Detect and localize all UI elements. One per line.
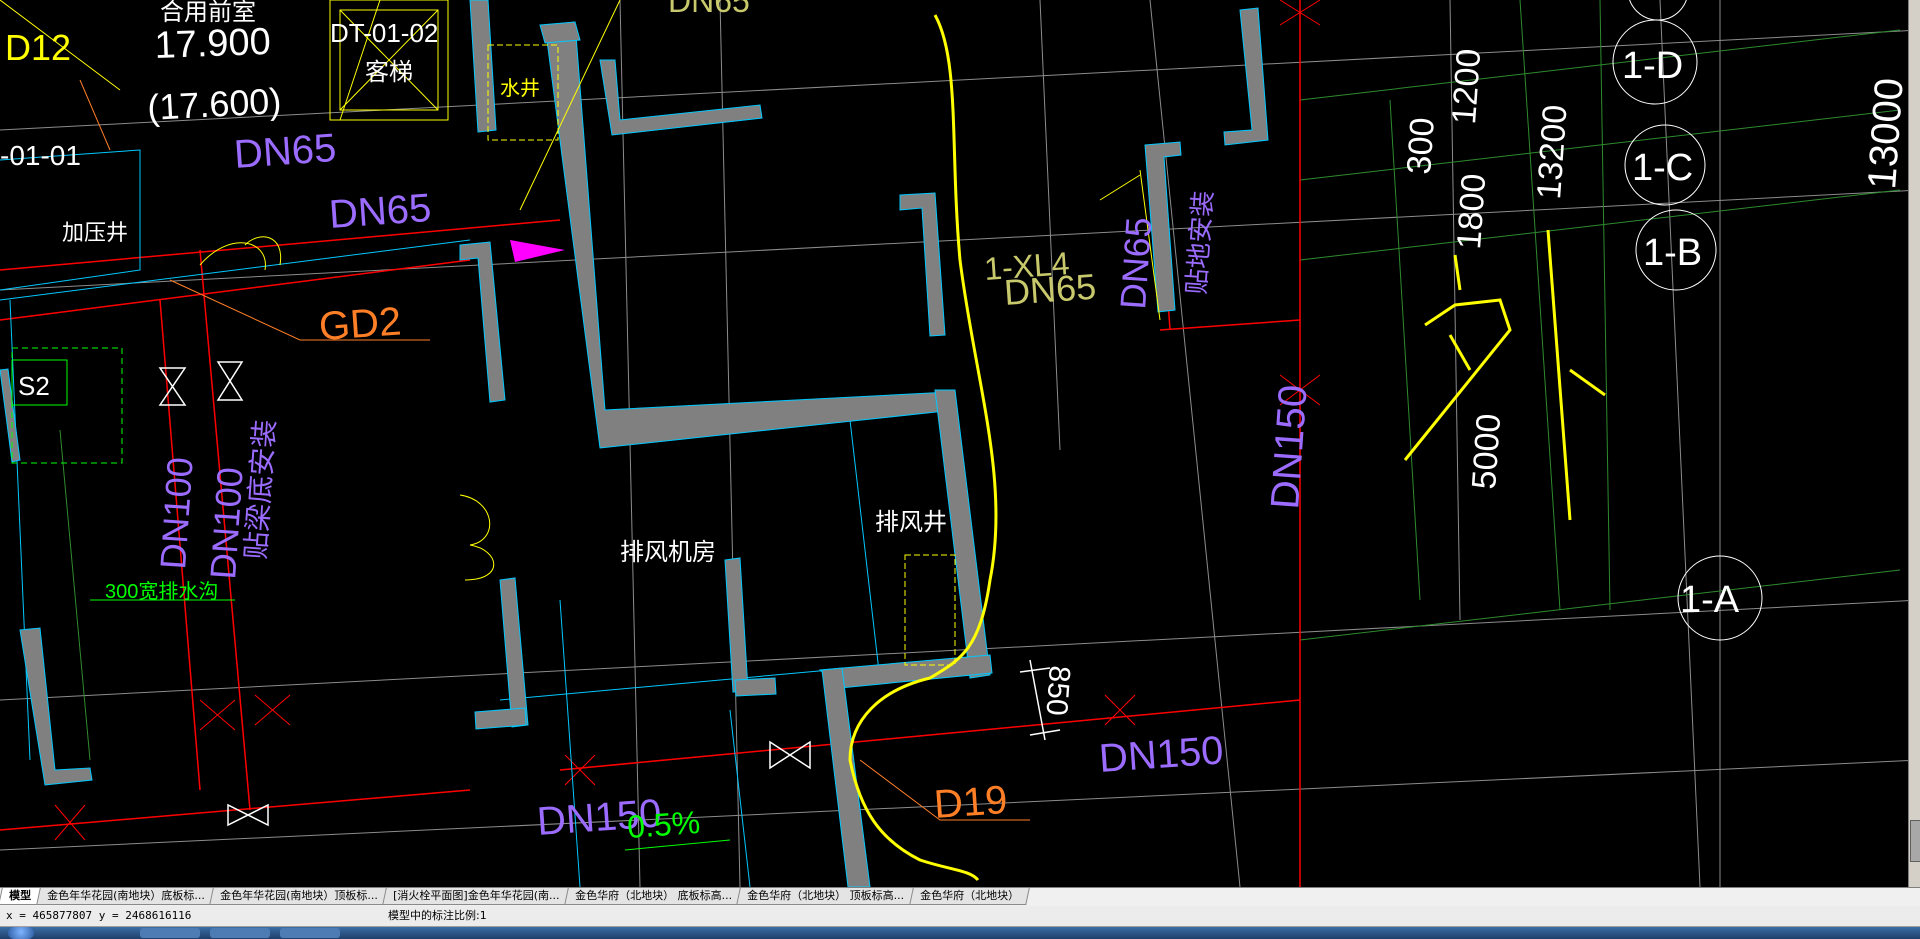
dim-850: 850 (1040, 665, 1076, 717)
tab-label: 金色华府（北地块） 底板标高... (575, 889, 733, 902)
green-labels: 0.5% (626, 804, 701, 845)
label-dn150-b: DN150 (1098, 728, 1225, 781)
label-dn65-a: DN65 (233, 126, 338, 177)
label-elevator: 客梯 (365, 59, 413, 86)
tab-label: [消火栓平面图]金色年华花园(南... (393, 889, 560, 902)
taskbar-app-icon[interactable] (210, 928, 270, 938)
tab-layout-5[interactable]: 金色华府（北地块） 顶板标高... (736, 888, 916, 905)
dim-5000: 5000 (1465, 412, 1508, 490)
orange-labels: GD2 D19 D12 (5, 27, 1009, 827)
label-dn100-a: DN100 (152, 456, 201, 571)
tab-label: 金色华府（北地块） 顶板标高... (747, 889, 905, 902)
windows-taskbar (0, 927, 1920, 939)
tab-label: 金色华府（北地块） (920, 889, 1020, 902)
label-elev1: 17.900 (154, 21, 272, 67)
white-labels: 合用前室 17.900 (17.600) 加压井 排风机房 排风井 S2 -01… (0, 0, 1912, 717)
magenta-marker (510, 240, 565, 262)
walls (0, 0, 1269, 887)
tab-layout-1[interactable]: 金色年华花园(南地块）底板标... (35, 888, 216, 905)
label-exhaust-well: 排风井 (875, 509, 947, 536)
label-dn65-e: DN65 (668, 0, 750, 19)
cyan-outlines (0, 149, 881, 887)
orange-leaders (79, 79, 1030, 821)
label-s2: S2 (18, 371, 50, 401)
label-slope: 0.5% (626, 804, 701, 845)
taskbar-app-icon[interactable] (140, 928, 200, 938)
dim-300: 300 (1400, 116, 1442, 175)
label-dn65-d: DN65 (1112, 216, 1159, 311)
label-water-well: 水井 (500, 77, 540, 100)
label-d19: D19 (933, 778, 1009, 827)
label-install-a: 贴梁底安装 (240, 419, 281, 561)
tab-label: 金色年华花园(南地块）底板标... (46, 889, 205, 902)
tab-layout-6[interactable]: 金色华府（北地块） (909, 888, 1030, 905)
cursor-coordinates: x = 465877807 y = 2468616116 (6, 909, 192, 922)
axis-label-1b: 1-B (1643, 232, 1702, 274)
label-room-fan: 排风机房 (620, 539, 716, 566)
label-elev2: (17.600) (146, 80, 282, 128)
axis-label-1d: 1-D (1622, 45, 1683, 87)
scrollbar-thumb[interactable] (1910, 820, 1920, 862)
dim-13000: 13000 (1860, 77, 1912, 191)
tab-layout-4[interactable]: 金色华府（北地块） 底板标高... (564, 888, 743, 905)
axis-label-1c: 1-C (1632, 147, 1693, 189)
dim-1800: 1800 (1450, 172, 1493, 250)
cad-drawing-canvas[interactable]: DN65 DN65 DN65 DN65 DN65 DN100 DN100 DN1… (0, 0, 1920, 887)
taskbar-app-icon[interactable] (280, 928, 340, 938)
label-pressure-well: 加压井 (62, 220, 128, 245)
label-xl4: 1-XL4 (983, 245, 1071, 287)
start-button-icon[interactable] (8, 927, 34, 939)
axis-label-1a: 1-A (1680, 579, 1740, 621)
tab-layout-2[interactable]: 金色年华花园(南地块）顶板标... (208, 888, 389, 905)
layout-tabs: 模型 金色年华花园(南地块）底板标... 金色年华花园(南地块）顶板标... [… (0, 887, 1920, 907)
label-ref01: -01-01 (0, 140, 81, 171)
label-dn65-b: DN65 (328, 186, 433, 237)
label-drain: 300宽排水沟 (105, 580, 218, 603)
label-d12: D12 (5, 27, 71, 68)
vertical-scrollbar[interactable] (1908, 0, 1920, 887)
tab-label: 金色年华花园(南地块）顶板标... (219, 889, 378, 902)
label-dt: DT-01-02 (330, 18, 438, 48)
status-bar: x = 465877807 y = 2468616116 模型中的标注比例:1 (0, 906, 1920, 927)
label-install-b: 贴地安装 (1181, 190, 1218, 296)
dim-13200: 13200 (1530, 104, 1575, 201)
dim-1200: 1200 (1445, 47, 1488, 125)
tab-label: 模型 (9, 889, 32, 902)
tab-layout-3[interactable]: [消火栓平面图]金色年华花园(南... (382, 888, 571, 905)
annotation-scale[interactable]: 模型中的标注比例:1 (388, 906, 487, 926)
axis-bubbles (1612, 0, 1763, 641)
label-gd2: GD2 (318, 299, 403, 349)
label-dn150-a: DN150 (1263, 383, 1316, 510)
